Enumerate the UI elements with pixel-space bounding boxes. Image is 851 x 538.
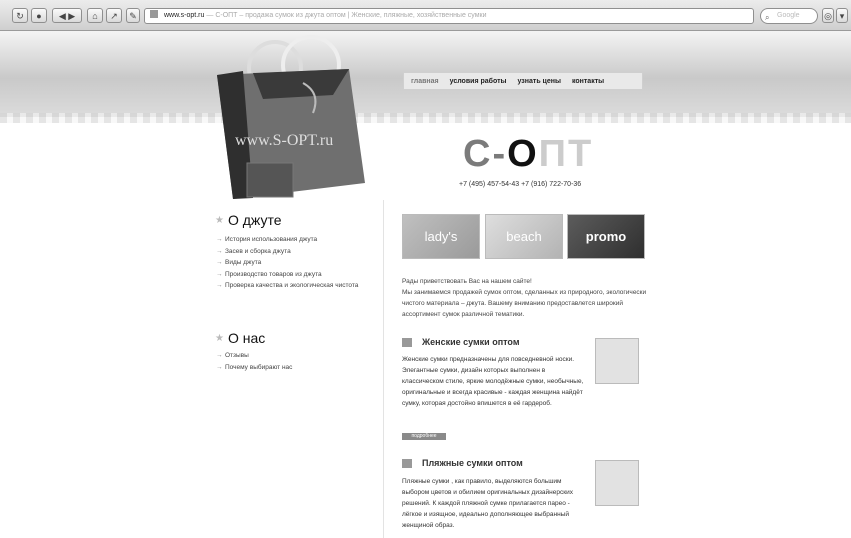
back-forward-buttons[interactable]: ◀ ▶: [52, 8, 82, 23]
star-icon: ★: [215, 215, 224, 226]
page-title: — С-ОПТ – продажа сумок из джута оптом |…: [206, 12, 487, 19]
address-url: www.s-opt.ru: [163, 12, 205, 19]
sidebar-heading-jute: ★ О джуте: [215, 212, 281, 228]
contact-phones: +7 (495) 457-54-43 +7 (916) 722-70-36: [459, 181, 582, 188]
sidebar-item-history[interactable]: История использования джута: [216, 234, 376, 246]
sidebar-item-reviews[interactable]: Отзывы: [216, 350, 376, 362]
section-icon: [402, 337, 412, 347]
promo-tile-beach[interactable]: beach: [485, 214, 563, 259]
sidebar-item-why-us[interactable]: Почему выбирают нас: [216, 362, 376, 374]
promo-tile-ladys-label: lady's: [424, 229, 458, 244]
section-text-women: Женские сумки предназначены для повседне…: [402, 356, 584, 407]
address-bar[interactable]: www.s-opt.ru — С-ОПТ – продажа сумок из …: [144, 8, 754, 24]
women-bags-thumbnail[interactable]: [595, 338, 639, 384]
logo-part-1: С-: [463, 133, 508, 175]
section-heading-women[interactable]: Женские сумки оптом: [402, 337, 519, 347]
stop-icon[interactable]: ●: [31, 8, 47, 23]
section-heading-beach-text: Пляжные сумки оптом: [422, 458, 523, 468]
intro-greeting: Рады приветствовать Вас на нашем сайте!: [402, 278, 532, 285]
nav-item-prices[interactable]: узнать цены: [517, 78, 560, 85]
section-heading-beach[interactable]: Пляжные сумки оптом: [402, 458, 523, 468]
section-heading-women-text: Женские сумки оптом: [422, 337, 520, 347]
promo-tile-beach-label: beach: [506, 229, 542, 244]
nav-item-contacts[interactable]: контакты: [572, 78, 604, 85]
site-favicon: [150, 10, 158, 18]
settings-icon[interactable]: ◎: [822, 8, 834, 23]
jute-bag-logo-image: www.S-OPT.ru: [217, 35, 365, 199]
promo-tile-ladys[interactable]: lady's: [402, 214, 480, 259]
logo-part-2: О: [507, 133, 539, 175]
site-logo[interactable]: С-ОПТ: [463, 133, 593, 176]
bag-text: www.S-OPT.ru: [235, 132, 333, 149]
intro-body: Мы занимаемся продажей сумок оптом, сдел…: [402, 289, 647, 318]
star-icon: ★: [215, 333, 224, 344]
column-divider: [383, 200, 384, 538]
share-icon[interactable]: ↗: [106, 8, 122, 23]
sidebar-list-jute: История использования джута Засев и сбор…: [216, 234, 376, 292]
sidebar-heading-about-text: О нас: [227, 330, 266, 346]
sidebar-heading-about: ★ О нас: [215, 330, 265, 346]
search-field[interactable]: ⌕ Google: [760, 8, 818, 24]
sidebar-item-production[interactable]: Производство товаров из джута: [216, 269, 376, 281]
search-placeholder: Google: [777, 12, 800, 19]
menu-icon[interactable]: ▾: [836, 8, 848, 23]
sidebar-item-quality[interactable]: Проверка качества и экологическая чистот…: [216, 280, 376, 292]
promo-tile-promo[interactable]: promo: [567, 214, 645, 259]
beach-bags-thumbnail[interactable]: [595, 460, 639, 506]
intro-text: Рады приветствовать Вас на нашем сайте! …: [402, 276, 654, 320]
main-navigation: главная условия работы узнать цены конта…: [403, 72, 643, 90]
section-text-beach: Пляжные сумки , как правило, выделяются …: [402, 478, 573, 529]
browser-toolbar: ↻ ● ◀ ▶ ⌂ ↗ ✎ www.s-opt.ru — С-ОПТ – про…: [0, 0, 851, 31]
reload-icon[interactable]: ↻: [12, 8, 28, 23]
sidebar-list-about: Отзывы Почему выбирают нас: [216, 350, 376, 373]
nav-item-terms[interactable]: условия работы: [450, 78, 507, 85]
search-icon: ⌕: [765, 13, 770, 22]
nav-item-home[interactable]: главная: [411, 78, 439, 85]
logo-part-3: ПТ: [538, 133, 594, 175]
promo-tile-promo-label: promo: [585, 229, 627, 244]
section-icon: [402, 458, 412, 468]
home-icon[interactable]: ⌂: [87, 8, 103, 23]
sidebar-item-types[interactable]: Виды джута: [216, 257, 376, 269]
sidebar-item-sowing[interactable]: Засев и сборка джута: [216, 246, 376, 258]
more-link[interactable]: подробнее: [402, 433, 446, 440]
sidebar-heading-jute-text: О джуте: [227, 212, 282, 228]
bookmark-icon[interactable]: ✎: [126, 8, 140, 23]
